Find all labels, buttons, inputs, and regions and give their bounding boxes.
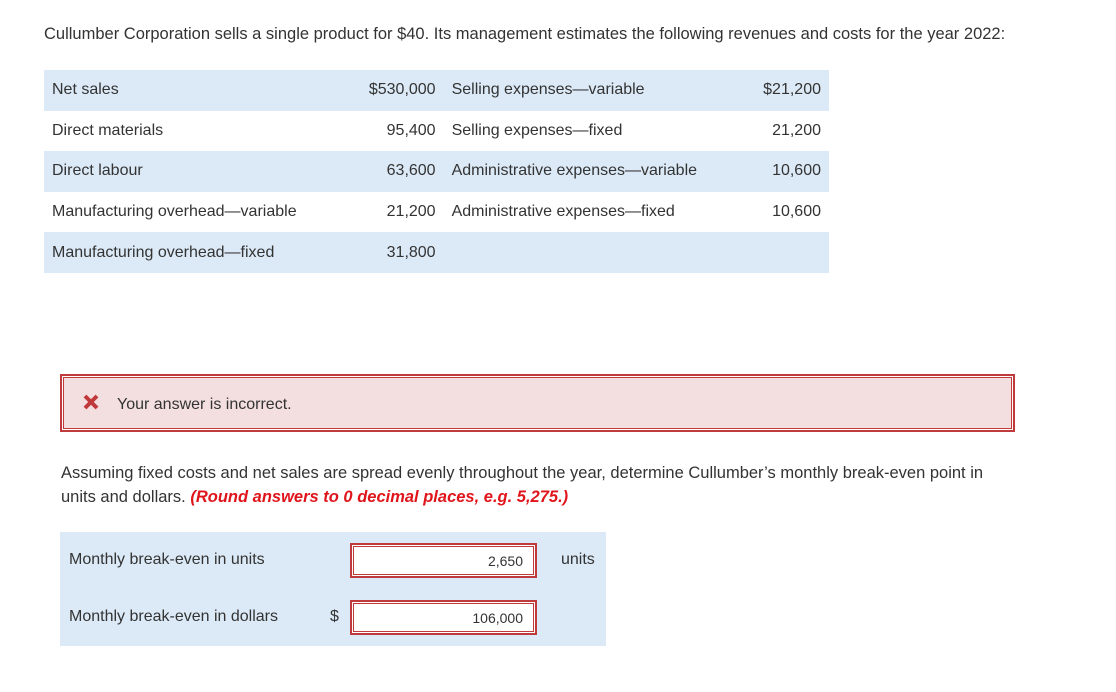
cost-label: Selling expenses—variable	[443, 70, 727, 111]
cost-label	[443, 232, 727, 273]
x-icon	[82, 393, 100, 411]
cost-label: Selling expenses—fixed	[443, 110, 727, 152]
break-even-units-input[interactable]	[350, 543, 537, 578]
cost-value: 10,600	[726, 151, 829, 192]
table-row: Manufacturing overhead—variable 21,200 A…	[44, 191, 829, 233]
cost-value: 95,400	[335, 110, 444, 152]
answer-row-dollars: Monthly break-even in dollars $	[60, 589, 606, 646]
question-text: Assuming fixed costs and net sales are s…	[61, 461, 1011, 509]
dollar-sign: $	[330, 608, 339, 625]
cost-label: Direct materials	[44, 110, 336, 152]
cost-label: Direct labour	[44, 151, 336, 192]
cost-value: 21,200	[726, 110, 829, 152]
cost-table: Net sales $530,000 Selling expenses—vari…	[44, 70, 829, 273]
cost-value: 21,200	[335, 191, 444, 233]
problem-intro: Cullumber Corporation sells a single pro…	[44, 25, 1006, 43]
cost-label: Administrative expenses—variable	[443, 151, 727, 192]
table-row: Manufacturing overhead—fixed 31,800	[44, 232, 829, 273]
answer-label: Monthly break-even in dollars	[69, 608, 278, 625]
feedback-banner: Your answer is incorrect.	[60, 374, 1015, 432]
unit-label: units	[561, 551, 595, 568]
table-row: Net sales $530,000 Selling expenses—vari…	[44, 70, 829, 111]
break-even-dollars-input[interactable]	[350, 600, 537, 635]
cost-value: $21,200	[726, 70, 829, 111]
cost-label: Manufacturing overhead—variable	[44, 191, 336, 233]
answer-row-units: Monthly break-even in units units	[60, 532, 606, 589]
cost-value: 63,600	[335, 151, 444, 192]
cost-value: 10,600	[726, 191, 829, 233]
table-row: Direct materials 95,400 Selling expenses…	[44, 110, 829, 152]
cost-value: 31,800	[335, 232, 444, 273]
cost-label: Net sales	[44, 70, 336, 111]
feedback-message: Your answer is incorrect.	[117, 396, 292, 413]
cost-label: Manufacturing overhead—fixed	[44, 232, 336, 273]
cost-value: $530,000	[335, 70, 444, 111]
table-row: Direct labour 63,600 Administrative expe…	[44, 151, 829, 192]
cost-value	[726, 232, 829, 273]
cost-label: Administrative expenses—fixed	[443, 191, 727, 233]
answer-table: Monthly break-even in units units Monthl…	[60, 532, 606, 646]
rounding-hint: (Round answers to 0 decimal places, e.g.…	[190, 488, 569, 506]
answer-label: Monthly break-even in units	[69, 551, 265, 568]
